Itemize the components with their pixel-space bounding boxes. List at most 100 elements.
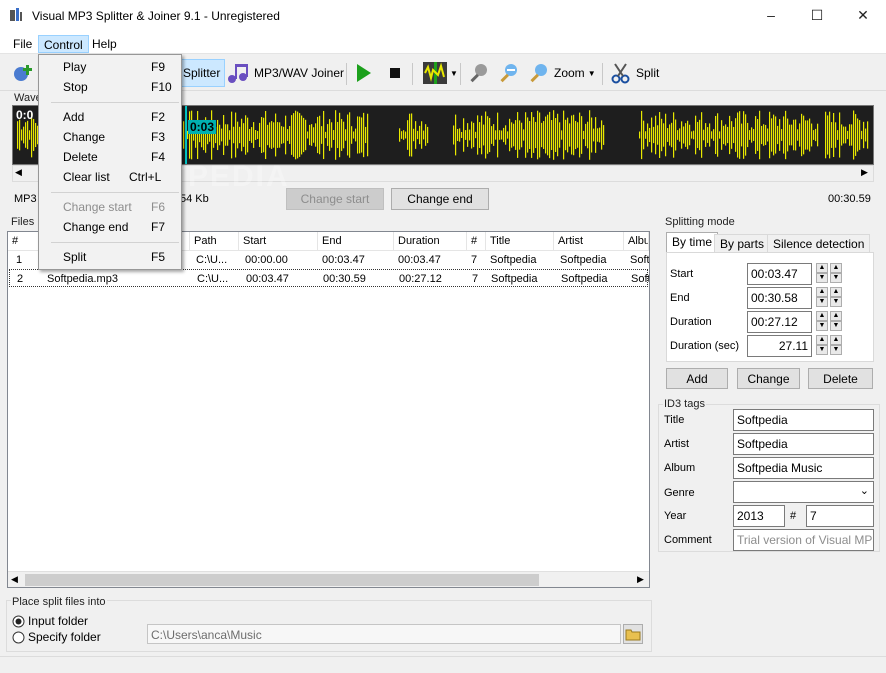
duration-spinner-2[interactable]: ▲ ▼ (830, 311, 842, 331)
duration-sec-spinner[interactable]: ▲ ▼ (816, 335, 828, 355)
spin-down-icon[interactable]: ▼ (816, 297, 828, 307)
spin-up-icon[interactable]: ▲ (830, 311, 842, 321)
table-row[interactable]: 2 Softpedia.mp3 C:\U... 00:03.47 00:30.5… (9, 269, 649, 287)
scroll-left-arrow[interactable]: ◀ (11, 574, 18, 585)
end-spinner-2[interactable]: ▲ ▼ (830, 287, 842, 307)
waveform-bar (743, 111, 745, 159)
waveform-view-button[interactable]: ▼ (418, 59, 462, 87)
change-start-button[interactable]: Change start (286, 188, 384, 210)
spin-down-icon[interactable]: ▼ (830, 321, 842, 331)
waveform-bar (751, 127, 753, 143)
folder-path-input[interactable]: C:\Users\anca\Music (147, 624, 621, 644)
spin-up-icon[interactable]: ▲ (816, 287, 828, 297)
spin-up-icon[interactable]: ▲ (830, 335, 842, 345)
col-title[interactable]: Title (486, 232, 554, 250)
waveform-bar (641, 110, 643, 160)
genre-select[interactable]: ⌄ (733, 481, 874, 503)
track-input[interactable]: 7 (806, 505, 874, 527)
menu-item-add[interactable]: Add F2 (39, 107, 179, 127)
spin-up-icon[interactable]: ▲ (816, 335, 828, 345)
duration-sec-spinner-2[interactable]: ▲ ▼ (830, 335, 842, 355)
scroll-thumb[interactable] (25, 574, 539, 586)
stop-button[interactable] (385, 59, 405, 87)
tab-by-parts[interactable]: By parts (714, 234, 771, 253)
menu-item-clear-list[interactable]: Clear list Ctrl+L (39, 167, 179, 187)
col-album[interactable]: Albu (624, 232, 649, 250)
start-time-field[interactable]: 00:03.47 (747, 263, 812, 285)
col-end[interactable]: End (318, 232, 394, 250)
spin-down-icon[interactable]: ▼ (816, 321, 828, 331)
col-track[interactable]: # (467, 232, 486, 250)
joiner-mode-button[interactable]: MP3/WAV Joiner (222, 59, 348, 87)
start-spinner-2[interactable]: ▲ ▼ (830, 263, 842, 283)
end-time-field[interactable]: 00:30.58 (747, 287, 812, 309)
spin-up-icon[interactable]: ▲ (816, 263, 828, 273)
duration-sec-field[interactable]: 27.11 (747, 335, 812, 357)
spin-up-icon[interactable]: ▲ (830, 287, 842, 297)
duration-field[interactable]: 00:27.12 (747, 311, 812, 333)
menu-control[interactable]: Control (38, 35, 89, 53)
end-spinner[interactable]: ▲ ▼ (816, 287, 828, 307)
waveform-bar (741, 123, 743, 147)
add-file-button[interactable] (8, 59, 36, 87)
duration-spinner[interactable]: ▲ ▼ (816, 311, 828, 331)
zoom-out-button[interactable] (494, 59, 522, 87)
menu-item-split[interactable]: Split F5 (39, 247, 179, 267)
status-bar (0, 656, 886, 673)
files-table[interactable]: # Path Start End Duration # Title Artist… (7, 231, 650, 588)
menu-item-change-start[interactable]: Change start F6 (39, 197, 179, 217)
col-artist[interactable]: Artist (554, 232, 624, 250)
waveform-bar (493, 124, 495, 146)
minimize-button[interactable]: – (748, 0, 794, 31)
menu-item-change-end[interactable]: Change end F7 (39, 217, 179, 237)
control-menu-dropdown: Play F9 Stop F10 Add F2 Change F3 Delete F4 C… (38, 54, 182, 270)
input-folder-radio[interactable]: Input folder (12, 614, 88, 628)
menu-item-change[interactable]: Change F3 (39, 127, 179, 147)
maximize-button[interactable]: ☐ (794, 0, 840, 31)
split-button[interactable]: Split (606, 59, 663, 87)
delete-button[interactable]: Delete (808, 368, 873, 389)
zoom-reset-button[interactable] (464, 59, 492, 87)
spin-up-icon[interactable]: ▲ (816, 311, 828, 321)
col-duration[interactable]: Duration (394, 232, 467, 250)
cell-number: 2 (17, 273, 24, 285)
add-button[interactable]: Add (666, 368, 728, 389)
col-path[interactable]: Path (190, 232, 239, 250)
spin-down-icon[interactable]: ▼ (830, 345, 842, 355)
specify-folder-radio[interactable]: Specify folder (12, 630, 101, 644)
change-button[interactable]: Change (737, 368, 800, 389)
col-start[interactable]: Start (239, 232, 318, 250)
col-number[interactable]: # (8, 232, 40, 250)
spin-up-icon[interactable]: ▲ (830, 263, 842, 273)
tab-silence-detection[interactable]: Silence detection (767, 234, 871, 253)
menu-item-play[interactable]: Play F9 (39, 57, 179, 77)
menu-file[interactable]: File (8, 35, 37, 53)
artist-input[interactable]: Softpedia (733, 433, 874, 455)
waveform-bar (19, 119, 21, 151)
comment-input[interactable]: Trial version of Visual MP3 Sp (733, 529, 874, 551)
spin-down-icon[interactable]: ▼ (816, 345, 828, 355)
play-button[interactable] (352, 59, 376, 87)
browse-folder-button[interactable] (623, 624, 643, 644)
menu-item-delete[interactable]: Delete F4 (39, 147, 179, 167)
spin-down-icon[interactable]: ▼ (830, 273, 842, 283)
album-input[interactable]: Softpedia Music (733, 457, 874, 479)
title-input[interactable]: Softpedia (733, 409, 874, 431)
spin-down-icon[interactable]: ▼ (830, 297, 842, 307)
start-spinner[interactable]: ▲ ▼ (816, 263, 828, 283)
table-scrollbar[interactable]: ◀ ▶ (8, 571, 649, 587)
tab-by-time[interactable]: By time (666, 232, 719, 253)
close-button[interactable]: ✕ (840, 0, 886, 31)
scroll-right-arrow[interactable]: ▶ (861, 167, 868, 178)
scroll-right-arrow[interactable]: ▶ (637, 574, 644, 585)
spin-down-icon[interactable]: ▼ (816, 273, 828, 283)
splitter-mode-button[interactable]: Splitter (178, 59, 226, 87)
year-input[interactable]: 2013 (733, 505, 785, 527)
scroll-left-arrow[interactable]: ◀ (15, 167, 22, 178)
menu-item-stop[interactable]: Stop F10 (39, 77, 179, 97)
change-end-button[interactable]: Change end (391, 188, 489, 210)
menu-help[interactable]: Help (87, 35, 122, 53)
zoom-button[interactable]: Zoom ▼ (524, 59, 600, 87)
waveform-bar (263, 117, 265, 153)
waveform-bar (837, 130, 839, 140)
